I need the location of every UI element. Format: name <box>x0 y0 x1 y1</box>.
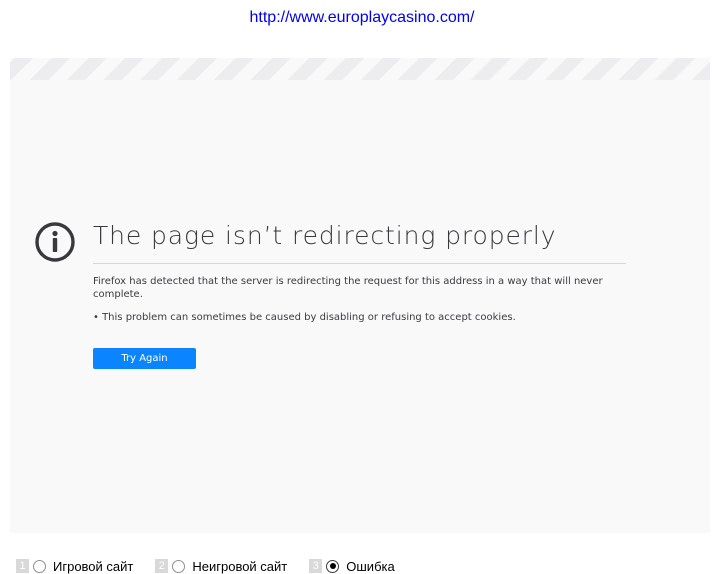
site-url-link[interactable]: http://www.europlaycasino.com/ <box>0 9 724 27</box>
striped-header-band <box>10 58 710 80</box>
option-number-badge: 1 <box>16 559 29 573</box>
screenshot-frame: The page isn’t redirecting properly Fire… <box>10 58 710 533</box>
classification-options: 1 Игровой сайт 2 Неигровой сайт 3 Ошибка <box>16 557 417 574</box>
option-label: Игровой сайт <box>53 558 134 574</box>
option-non-gaming-site[interactable]: 2 Неигровой сайт <box>155 559 287 574</box>
error-description: Firefox has detected that the server is … <box>93 276 603 300</box>
info-icon <box>35 222 75 262</box>
error-title: The page isn’t redirecting properly <box>93 221 557 250</box>
option-label: Неигровой сайт <box>192 558 288 574</box>
option-error[interactable]: 3 Ошибка <box>309 558 395 574</box>
option-number-badge: 3 <box>309 559 323 573</box>
radio-button[interactable] <box>33 559 46 573</box>
option-gaming-site[interactable]: 1 Игровой сайт <box>16 559 133 574</box>
error-hint: • This problem can sometimes be caused b… <box>93 312 516 323</box>
option-number-badge: 2 <box>155 559 169 573</box>
title-divider <box>93 263 626 264</box>
radio-button[interactable] <box>172 559 186 573</box>
option-label: Ошибка <box>346 558 395 574</box>
try-again-button[interactable]: Try Again <box>93 348 196 369</box>
radio-button[interactable] <box>326 559 340 573</box>
